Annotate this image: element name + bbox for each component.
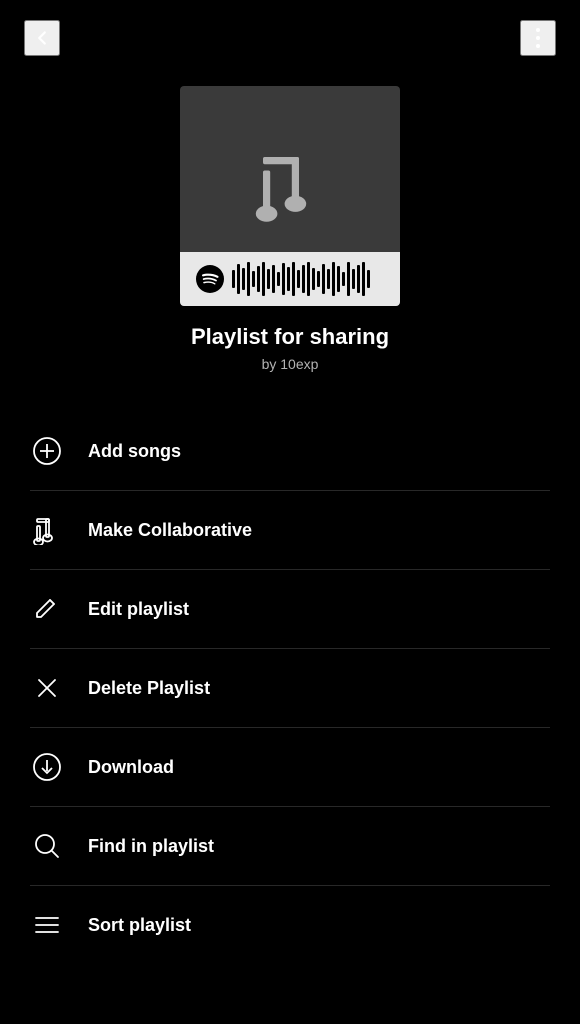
playlist-cover-section: Playlist for sharing by 10exp: [0, 76, 580, 402]
x-icon: [30, 671, 64, 705]
delete-playlist-label: Delete Playlist: [88, 678, 210, 699]
find-in-playlist-label: Find in playlist: [88, 836, 214, 857]
back-button[interactable]: [24, 20, 60, 56]
playlist-author: by 10exp: [262, 356, 319, 372]
pencil-icon: [30, 592, 64, 626]
music-note-cover-icon: [245, 139, 335, 234]
edit-playlist-label: Edit playlist: [88, 599, 189, 620]
more-options-button[interactable]: [520, 20, 556, 56]
search-icon: [30, 829, 64, 863]
sort-playlist-label: Sort playlist: [88, 915, 191, 936]
menu-item-download[interactable]: Download: [0, 728, 580, 806]
make-collaborative-label: Make Collaborative: [88, 520, 252, 541]
download-circle-icon: [30, 750, 64, 784]
menu-item-delete-playlist[interactable]: Delete Playlist: [0, 649, 580, 727]
plus-circle-icon: [30, 434, 64, 468]
menu-item-edit-playlist[interactable]: Edit playlist: [0, 570, 580, 648]
spotify-code-bar: [180, 252, 400, 306]
add-songs-label: Add songs: [88, 441, 181, 462]
more-dots-icon: [536, 28, 540, 48]
spotify-logo: [196, 265, 224, 293]
menu-item-make-collaborative[interactable]: Make Collaborative: [0, 491, 580, 569]
sort-icon: [30, 908, 64, 942]
collaborative-icon: [30, 513, 64, 547]
menu-list: Add songs Make Collaborative Edit playli…: [0, 402, 580, 974]
menu-item-find-in-playlist[interactable]: Find in playlist: [0, 807, 580, 885]
menu-item-sort-playlist[interactable]: Sort playlist: [0, 886, 580, 964]
playlist-cover-image: [180, 86, 400, 306]
playlist-title: Playlist for sharing: [191, 324, 389, 350]
barcode-lines: [232, 262, 384, 296]
header: [0, 0, 580, 76]
menu-item-add-songs[interactable]: Add songs: [0, 412, 580, 490]
download-label: Download: [88, 757, 174, 778]
